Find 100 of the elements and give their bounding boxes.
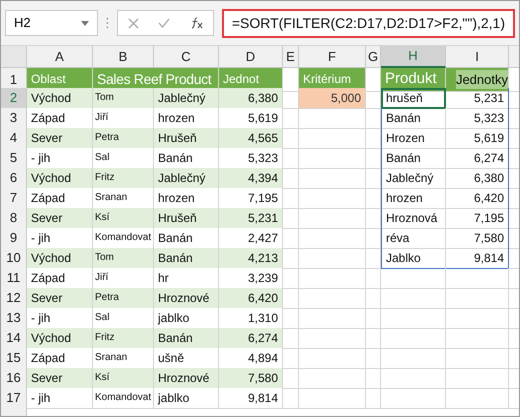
table-cell: Sal	[93, 148, 154, 168]
table-cell: Východ	[27, 88, 93, 108]
empty-cell	[283, 228, 299, 248]
table-cell: Petra	[93, 128, 154, 148]
empty-cell	[299, 108, 366, 128]
column-header[interactable]: A	[27, 46, 93, 68]
table-cell: Tom	[93, 248, 154, 268]
table-cell: ušně	[154, 348, 219, 368]
empty-cell	[299, 268, 366, 288]
column-header[interactable]: D	[219, 46, 283, 68]
table-cell: Hroznová	[381, 208, 446, 228]
select-all-corner[interactable]	[1, 46, 27, 68]
row-header[interactable]: 3	[1, 108, 27, 128]
table-title: Sales Reef Product	[96, 72, 212, 86]
table-cell: Jablečný	[154, 168, 219, 188]
row-header[interactable]: 11	[1, 268, 27, 288]
name-box[interactable]: H2	[5, 10, 98, 36]
table-cell: 5,619	[219, 108, 283, 128]
table-cell: 7,580	[446, 228, 509, 248]
empty-cell	[283, 108, 299, 128]
table-cell: Západ	[27, 348, 93, 368]
row-header[interactable]: 12	[1, 288, 27, 308]
row-header[interactable]: 6	[1, 168, 27, 188]
empty-cell	[366, 248, 381, 268]
table-cell: Sranan	[93, 348, 154, 368]
table-cell: 6,274	[446, 148, 509, 168]
table-cell: 7,195	[219, 188, 283, 208]
empty-cell	[446, 368, 509, 388]
table-cell: jablko	[154, 388, 219, 408]
column-header[interactable]: E	[283, 46, 299, 68]
table-cell: Jablečný	[381, 168, 446, 188]
empty-cell	[381, 388, 446, 408]
column-header[interactable]: H	[381, 46, 446, 68]
empty-cell	[299, 348, 366, 368]
empty-cell	[283, 248, 299, 268]
empty-cell	[299, 308, 366, 328]
column-header[interactable]	[509, 46, 519, 68]
row-header[interactable]: 4	[1, 128, 27, 148]
table-cell: 4,894	[219, 348, 283, 368]
table-cell: Sever	[27, 208, 93, 228]
table-cell: Východ	[27, 168, 93, 188]
empty-cell	[299, 288, 366, 308]
table-cell: Sever	[27, 128, 93, 148]
row-header[interactable]: 14	[1, 328, 27, 348]
row-header[interactable]: 8	[1, 208, 27, 228]
function-icon[interactable]	[189, 17, 204, 29]
row-header[interactable]: 9	[1, 228, 27, 248]
column-header[interactable]: I	[446, 46, 509, 68]
empty-cell	[299, 388, 366, 408]
table-cell: hrušeň	[381, 88, 446, 108]
table-cell: 5,231	[446, 88, 509, 108]
table-cell: hrozen	[154, 108, 219, 128]
table-cell: Hrušeň	[154, 128, 219, 148]
empty-cell	[366, 108, 381, 128]
check-icon[interactable]	[158, 18, 170, 28]
row-header[interactable]: 5	[1, 148, 27, 168]
row-header[interactable]	[1, 408, 27, 416]
empty-cell	[446, 348, 509, 368]
row-header[interactable]: 16	[1, 368, 27, 388]
empty-cell	[299, 368, 366, 388]
row-header[interactable]: 15	[1, 348, 27, 368]
row-header[interactable]: 13	[1, 308, 27, 328]
empty-cell	[366, 348, 381, 368]
empty-cell	[283, 388, 299, 408]
empty-cell	[366, 128, 381, 148]
empty-cell	[283, 148, 299, 168]
table-cell: 6,274	[219, 328, 283, 348]
empty-cell	[381, 368, 446, 388]
empty-cell	[299, 248, 366, 268]
column-header[interactable]: F	[299, 46, 366, 68]
table-cell: - jih	[27, 228, 93, 248]
table-cell: - jih	[27, 148, 93, 168]
empty-cell	[366, 328, 381, 348]
column-header[interactable]: B	[93, 46, 154, 68]
table-cell: Hrozen	[381, 128, 446, 148]
empty-cell	[299, 208, 366, 228]
cancel-icon[interactable]	[128, 18, 139, 28]
table-cell: 9,814	[446, 248, 509, 268]
table-cell: Banán	[154, 148, 219, 168]
table-cell: Západ	[27, 188, 93, 208]
table-cell: Ksí	[93, 208, 154, 228]
row-header[interactable]: 2	[1, 88, 27, 108]
empty-cell	[299, 188, 366, 208]
table-cell: Petra	[93, 288, 154, 308]
table-cell: 4,394	[219, 168, 283, 188]
table-cell: 4,213	[219, 248, 283, 268]
row-header[interactable]: 17	[1, 388, 27, 408]
table-cell: Sever	[27, 288, 93, 308]
table-cell: 5,323	[446, 108, 509, 128]
table-cell: 5,619	[446, 128, 509, 148]
table-cell: 2,427	[219, 228, 283, 248]
row-header[interactable]: 7	[1, 188, 27, 208]
row-header[interactable]: 10	[1, 248, 27, 268]
column-header[interactable]: C	[154, 46, 219, 68]
dropdown-caret-icon[interactable]	[81, 20, 90, 26]
table-header: Produkt	[381, 68, 446, 92]
formula-field[interactable]: =SORT(FILTER(C2:D17,D2:D17>F2,""),2,1)	[222, 8, 515, 38]
empty-cell	[299, 128, 366, 148]
drag-handle-icon	[106, 16, 110, 30]
column-header[interactable]: G	[366, 46, 381, 68]
